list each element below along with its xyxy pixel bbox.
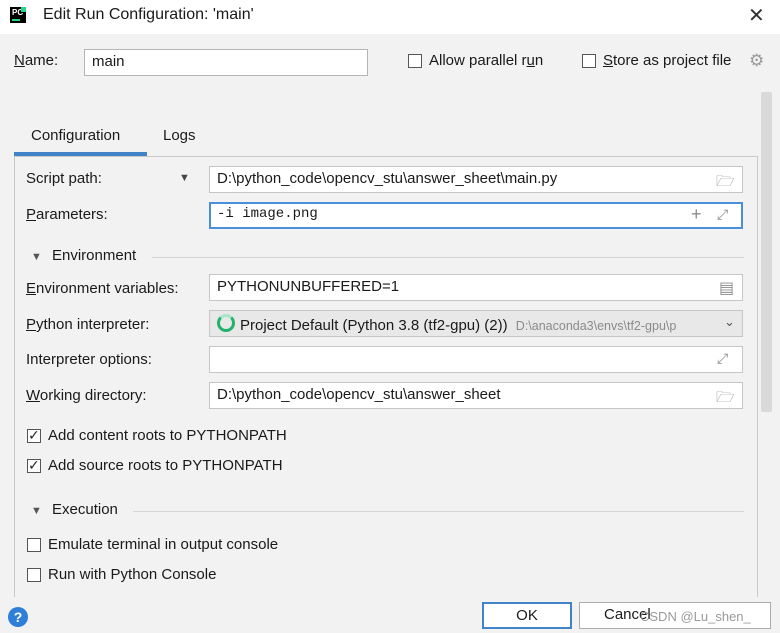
working-dir-value: D:\python_code\opencv_stu\answer_sheet xyxy=(217,386,501,403)
help-icon[interactable]: ? xyxy=(8,607,28,627)
add-content-roots-label[interactable]: Add content roots to PYTHONPATH xyxy=(48,427,287,444)
env-vars-field[interactable]: PYTHONUNBUFFERED=1 xyxy=(209,274,743,301)
tab-logs[interactable]: Logs xyxy=(163,127,196,144)
python-console-label[interactable]: Run with Python Console xyxy=(48,566,216,583)
python-sdk-icon xyxy=(217,314,235,332)
execution-section-title: Execution xyxy=(52,501,118,518)
parameters-label: Parameters: xyxy=(26,206,108,223)
name-label: Name: xyxy=(14,52,59,69)
parameters-field[interactable]: -i image.png xyxy=(209,202,743,229)
store-project-file-label[interactable]: Store as project file xyxy=(603,52,731,69)
script-path-label: Script path: xyxy=(26,170,102,187)
close-icon[interactable]: ✕ xyxy=(748,3,765,28)
env-vars-label: Environment variables: xyxy=(26,280,179,297)
expand-icon[interactable]: ⤢ xyxy=(717,350,728,367)
execution-collapse-icon[interactable]: ▼ xyxy=(31,505,42,517)
watermark: CSDN @Lu_shen_ xyxy=(640,609,751,624)
emulate-terminal-label[interactable]: Emulate terminal in output console xyxy=(48,536,278,553)
environment-divider xyxy=(152,257,744,258)
store-project-file-checkbox[interactable] xyxy=(582,54,596,68)
gear-icon[interactable]: ⚙ xyxy=(749,51,764,71)
env-vars-value: PYTHONUNBUFFERED=1 xyxy=(217,278,400,295)
environment-collapse-icon[interactable]: ▼ xyxy=(31,251,42,263)
interpreter-label: Python interpreter: xyxy=(26,316,150,333)
tab-configuration[interactable]: Configuration xyxy=(31,127,120,144)
working-dir-label: Working directory: xyxy=(26,387,147,404)
folder-icon[interactable]: 🗁 xyxy=(716,387,735,412)
add-source-roots-label[interactable]: Add source roots to PYTHONPATH xyxy=(48,457,283,474)
allow-parallel-checkbox[interactable] xyxy=(408,54,422,68)
interpreter-options-field[interactable] xyxy=(209,346,743,373)
name-input[interactable]: main xyxy=(84,49,368,76)
chevron-down-icon[interactable]: ⌄ xyxy=(724,314,735,330)
script-path-field[interactable]: D:\python_code\opencv_stu\answer_sheet\m… xyxy=(209,166,743,193)
script-path-value: D:\python_code\opencv_stu\answer_sheet\m… xyxy=(217,170,558,187)
vertical-scrollbar[interactable] xyxy=(761,92,772,412)
pycharm-app-icon: PC xyxy=(10,7,26,23)
expand-icon[interactable]: ⤢ xyxy=(717,206,728,223)
interpreter-options-label: Interpreter options: xyxy=(26,351,152,368)
add-source-roots-checkbox[interactable] xyxy=(27,457,41,474)
interpreter-value: Project Default (Python 3.8 (tf2-gpu) (2… xyxy=(240,317,508,334)
environment-section-title: Environment xyxy=(52,247,137,264)
working-dir-field[interactable]: D:\python_code\opencv_stu\answer_sheet xyxy=(209,382,743,409)
interpreter-path: D:\anaconda3\envs\tf2-gpu\p xyxy=(515,319,677,333)
script-type-dropdown-icon[interactable]: ▼ xyxy=(179,172,190,184)
emulate-terminal-checkbox[interactable] xyxy=(27,538,41,552)
parameters-value: -i image.png xyxy=(217,206,318,222)
ok-button[interactable]: OK xyxy=(482,602,572,629)
window-title: Edit Run Configuration: 'main' xyxy=(43,6,254,23)
add-content-roots-checkbox[interactable] xyxy=(27,427,41,444)
execution-divider xyxy=(133,511,744,512)
plus-icon[interactable]: + xyxy=(691,204,702,225)
allow-parallel-label[interactable]: Allow parallel run xyxy=(429,52,543,69)
python-console-checkbox[interactable] xyxy=(27,568,41,582)
document-icon[interactable]: ▤ xyxy=(719,278,734,298)
interpreter-dropdown[interactable]: Project Default (Python 3.8 (tf2-gpu) (2… xyxy=(209,310,743,337)
folder-icon[interactable]: 🗁 xyxy=(716,171,735,196)
